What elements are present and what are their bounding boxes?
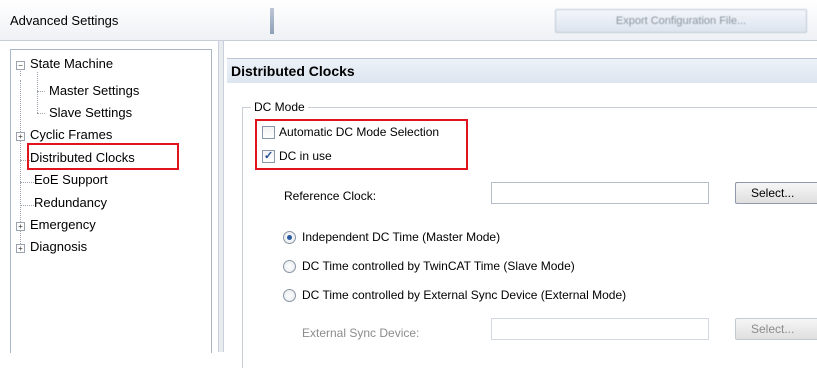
toolbar-separator <box>270 8 274 34</box>
window-title: Advanced Settings <box>10 13 119 28</box>
external-sync-device-field[interactable] <box>491 318 709 340</box>
tree-item-cyclic-frames[interactable]: Cyclic Frames <box>30 126 112 144</box>
tree-item-diagnosis[interactable]: Diagnosis <box>30 238 87 256</box>
reference-clock-select-button[interactable]: Select... <box>735 182 817 204</box>
tree-connector <box>37 72 38 113</box>
section-title: Distributed Clocks <box>231 63 355 79</box>
dc-mode-group-label: DC Mode <box>251 100 308 114</box>
external-sync-device-label: External Sync Device: <box>302 326 420 340</box>
radio-external-sync-label[interactable]: DC Time controlled by External Sync Devi… <box>302 288 626 302</box>
settings-content-panel: Distributed Clocks DC Mode Automatic DC … <box>224 41 817 368</box>
tree-item-master-settings[interactable]: Master Settings <box>49 82 139 100</box>
tree-connector <box>37 91 45 92</box>
section-header: Distributed Clocks <box>227 58 817 83</box>
export-configuration-button[interactable]: Export Configuration File... <box>555 9 807 33</box>
plus-box-icon[interactable]: + <box>16 222 25 231</box>
tree-item-state-machine[interactable]: State Machine <box>30 55 113 73</box>
radio-selected-dot <box>287 235 292 240</box>
title-bar: Advanced Settings Export Configuration F… <box>0 0 817 41</box>
radio-independent-dc-time-label[interactable]: Independent DC Time (Master Mode) <box>302 230 500 244</box>
radio-external-sync[interactable] <box>283 289 296 302</box>
tree-item-slave-settings[interactable]: Slave Settings <box>49 104 132 122</box>
radio-independent-dc-time[interactable] <box>283 231 296 244</box>
plus-box-icon[interactable]: + <box>16 132 25 141</box>
plus-box-icon[interactable]: + <box>16 244 25 253</box>
highlight-frame <box>255 119 468 170</box>
tree-item-emergency[interactable]: Emergency <box>30 216 96 234</box>
settings-tree-panel: − State Machine Master Settings Slave Se… <box>0 41 218 353</box>
reference-clock-label: Reference Clock: <box>284 189 377 203</box>
settings-tree: − State Machine Master Settings Slave Se… <box>10 49 212 353</box>
highlight-frame <box>27 143 179 170</box>
tree-connector <box>37 113 45 114</box>
tree-item-eoe-support[interactable]: EoE Support <box>34 171 108 189</box>
reference-clock-field[interactable] <box>491 182 709 204</box>
radio-twincat-time[interactable] <box>283 260 296 273</box>
tree-item-redundancy[interactable]: Redundancy <box>34 194 107 212</box>
minus-box-icon[interactable]: − <box>16 61 25 70</box>
radio-twincat-time-label[interactable]: DC Time controlled by TwinCAT Time (Slav… <box>302 259 575 273</box>
external-sync-select-button[interactable]: Select... <box>735 318 817 340</box>
